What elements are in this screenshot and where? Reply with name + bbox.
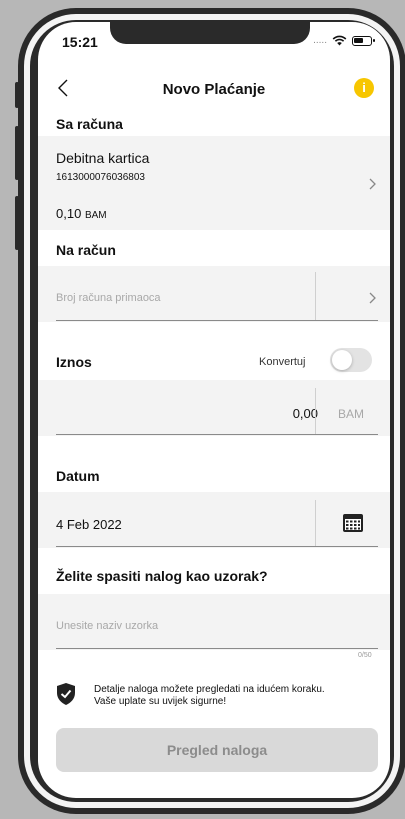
convert-toggle[interactable]: [330, 348, 372, 372]
status-time: 15:21: [62, 34, 98, 50]
template-section-title: Želite spasiti nalog kao uzorak?: [38, 556, 390, 594]
calendar-icon[interactable]: [342, 513, 364, 533]
chevron-right-icon[interactable]: [368, 292, 376, 304]
from-account-section-title: Sa računa: [38, 108, 390, 136]
battery-icon: [352, 35, 375, 46]
volume-down-button: [15, 196, 19, 250]
app-screen: 15:21 ..... Novo Plaćanje i Sa računa De…: [38, 22, 390, 798]
recipient-account-input[interactable]: Broj računa primaoca: [56, 292, 161, 304]
balance-value: 0,10: [56, 206, 82, 221]
amount-input[interactable]: 0,00: [278, 406, 318, 421]
chevron-right-icon[interactable]: [368, 178, 376, 190]
convert-label: Konvertuj: [259, 356, 306, 368]
account-number: 1613000076036803: [56, 172, 145, 183]
date-section-title: Datum: [38, 454, 390, 492]
template-underline: [56, 648, 378, 649]
nav-header: Novo Plaćanje i: [38, 68, 390, 108]
info-icon[interactable]: i: [354, 78, 374, 98]
volume-up-button: [15, 126, 19, 180]
toggle-knob: [332, 350, 352, 370]
notice-line-2: Vaše uplate su uvijek sigurne!: [94, 696, 227, 707]
status-icons: .....: [313, 35, 375, 46]
page-title: Novo Plaćanje: [162, 81, 266, 98]
field-separator: [315, 272, 316, 320]
date-underline: [56, 546, 378, 547]
account-balance: 0,10 BAM: [56, 206, 107, 221]
amount-currency: BAM: [338, 407, 365, 421]
security-notice: Detalje naloga možete pregledati na iduć…: [94, 684, 325, 708]
character-counter: 0/50: [358, 652, 372, 659]
wifi-icon: [332, 35, 347, 46]
recipient-underline: [56, 320, 378, 321]
review-order-button[interactable]: Pregled naloga: [56, 728, 378, 772]
shield-check-icon: [57, 683, 75, 705]
signal-dots: .....: [313, 35, 327, 46]
account-name: Debitna kartica: [56, 150, 150, 166]
notch: [110, 22, 310, 44]
notice-line-1: Detalje naloga možete pregledati na iduć…: [94, 684, 325, 695]
amount-underline: [56, 434, 378, 435]
field-separator: [315, 500, 316, 546]
template-name-input[interactable]: Unesite naziv uzorka: [56, 620, 158, 632]
date-input[interactable]: 4 Feb 2022: [56, 517, 122, 532]
field-separator: [315, 388, 316, 434]
to-account-section-title: Na račun: [38, 230, 390, 266]
balance-currency: BAM: [84, 210, 107, 221]
mute-switch: [15, 82, 19, 108]
